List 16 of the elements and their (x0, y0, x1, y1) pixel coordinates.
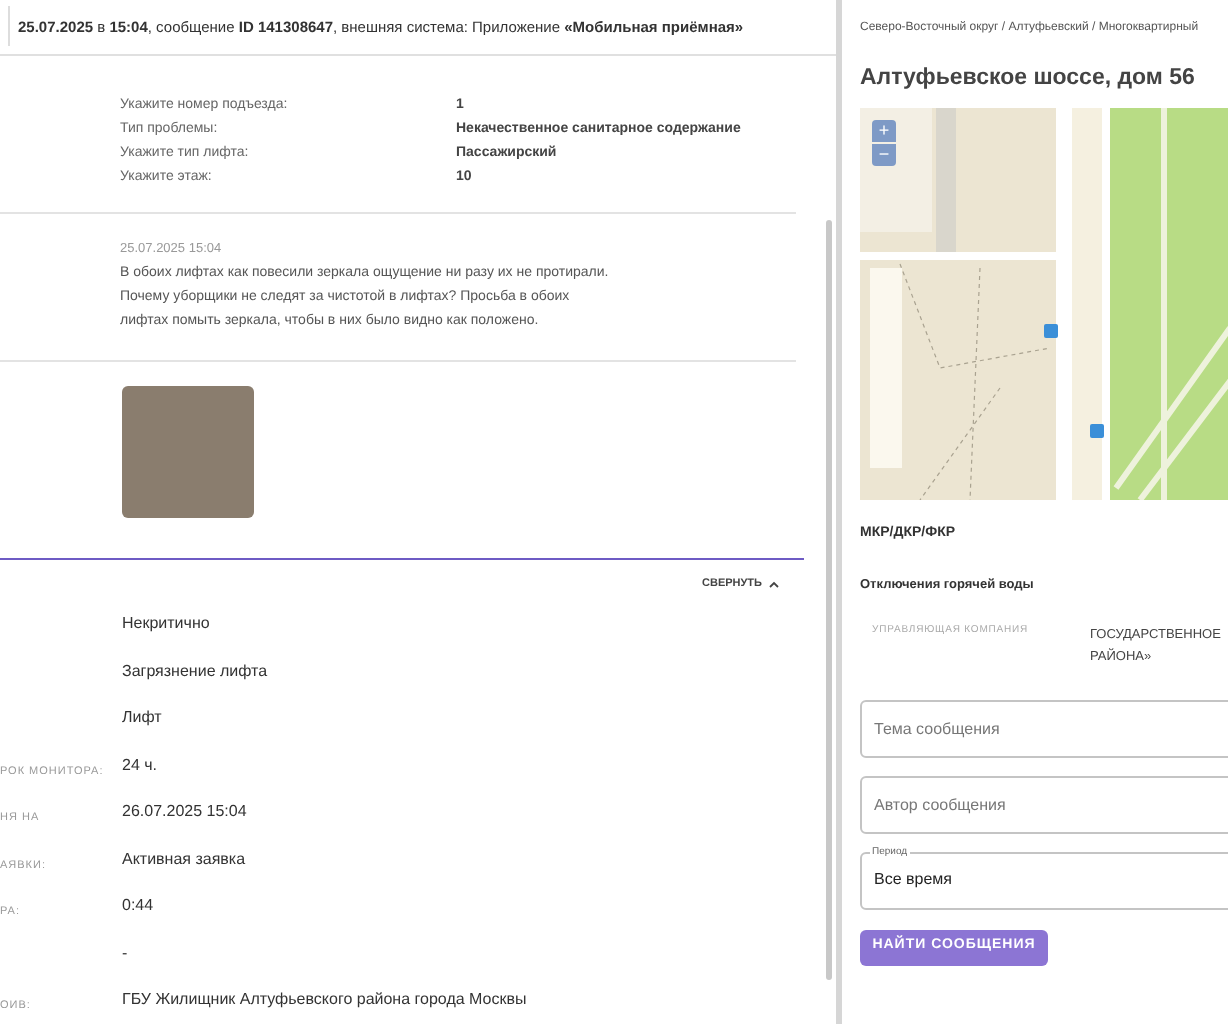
detail-value: Активная заявка (122, 847, 246, 872)
text-field[interactable]: Тема сообщения (860, 699, 1228, 757)
detail-value: Загрязнение лифта (122, 659, 268, 684)
zoom-out-button[interactable]: − (872, 144, 896, 167)
photo-placeholder (122, 386, 254, 519)
text-field[interactable]: Автор сообщения (860, 775, 1228, 833)
period-value: Все время (874, 868, 952, 892)
detail-value: 0:44 (122, 894, 154, 919)
zoom-in-button[interactable]: + (872, 120, 896, 143)
detail-value: 24 ч. (122, 753, 158, 778)
detail-value: Лифт (122, 706, 162, 731)
detail-value: 26.07.2025 15:04 (122, 800, 247, 825)
address-title: Алтуфьевское шоссе, дом 56 (860, 64, 1197, 94)
detail-value: - (122, 941, 128, 966)
detail-value: ГБУ Жилищник Алтуфьевского района города Москвы (122, 988, 527, 1013)
detail-value: Некритично (122, 612, 210, 637)
